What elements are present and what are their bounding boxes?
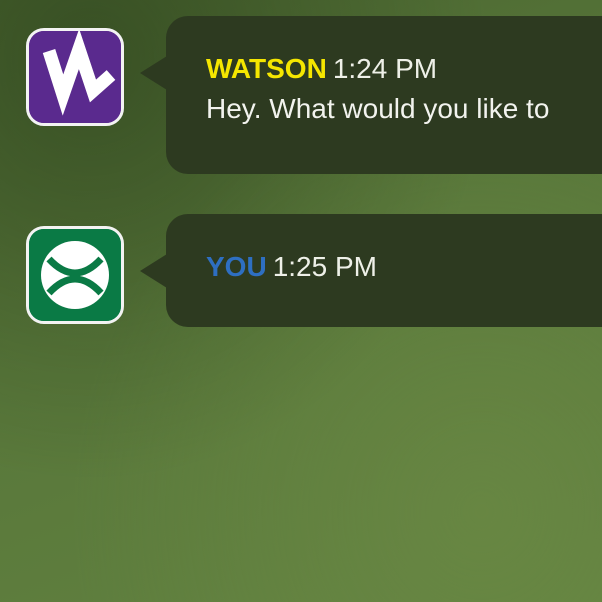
message-header: WATSON 1:24 PM	[206, 52, 437, 86]
message-time: 1:24 PM	[332, 53, 438, 84]
sender-name: WATSON	[206, 53, 327, 84]
chat-message-watson: WATSON 1:24 PM Hey. What would you like t…	[0, 0, 602, 200]
chat-thread: WATSON 1:24 PM Hey. What would you like t…	[0, 0, 602, 602]
watson-w-logo-icon	[29, 31, 121, 123]
tennis-ball-icon	[29, 229, 121, 321]
message-bubble: WATSON 1:24 PM Hey. What would you like t…	[140, 16, 602, 174]
watson-avatar	[26, 28, 124, 126]
message-header: YOU 1:25 PM	[206, 250, 377, 284]
message-text: Hey. What would you like to	[206, 93, 550, 124]
chat-message-you: YOU 1:25 PM	[0, 200, 602, 340]
sender-name: YOU	[206, 251, 267, 282]
user-avatar	[26, 226, 124, 324]
message-bubble: YOU 1:25 PM	[140, 214, 602, 327]
message-time: 1:25 PM	[272, 251, 377, 282]
